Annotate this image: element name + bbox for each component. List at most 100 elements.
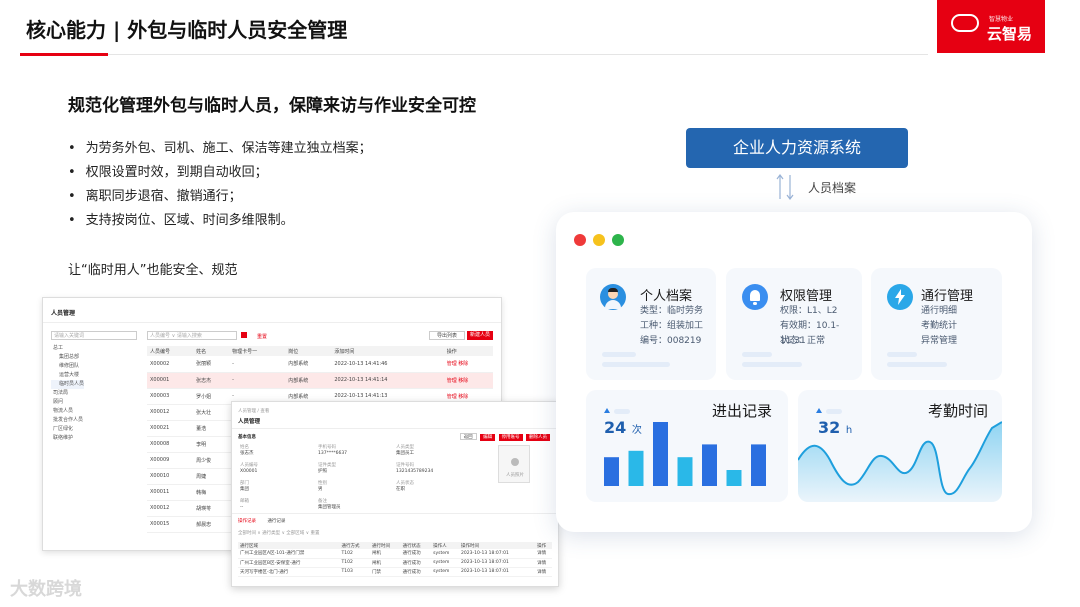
tree-item[interactable]: 批发合作人员	[51, 416, 84, 425]
placeholder-bar	[826, 409, 842, 414]
table-cell: 2022-10-13 14:41:46	[331, 356, 444, 373]
column-header: 添加时间	[331, 346, 444, 356]
tree-item[interactable]: 维修团队	[51, 362, 84, 371]
table-cell: 2023-10-13 18:07:01	[459, 549, 536, 559]
table-cell: X00011	[147, 484, 194, 501]
tab-operation-log[interactable]: 操作记录	[238, 519, 256, 524]
org-tree[interactable]: 总工 集团总部 维修团队 运营大楼 临时员人员 司法局 顾问 物流人员 批发合作人员 厂区绿化 联络…	[51, 344, 85, 443]
table-cell: 2023-10-13 18:07:01	[459, 567, 536, 577]
feature-item: 权限设置时效，到期自动收回；	[68, 161, 372, 185]
permission-card[interactable]: 权限管理 权限：L1、L2 有效期：10.1-11.31 状态：正常	[726, 268, 862, 380]
detail-field: 姓名 张志杰	[240, 445, 254, 456]
section-heading: 基本信息	[238, 435, 256, 440]
table-cell: 郝晨忠	[193, 516, 230, 533]
placeholder-bar	[742, 352, 772, 357]
detail-field: 人员编号 X00001	[240, 463, 258, 474]
table-cell: 2023-10-13 18:07:01	[459, 558, 536, 568]
tree-item[interactable]: 物流人员	[51, 407, 84, 416]
column-header: 通行区域	[238, 542, 340, 549]
table-cell: 通行成功	[400, 567, 432, 577]
table-cell: T102	[339, 558, 371, 568]
table-cell: 周婕	[193, 468, 230, 485]
column-header: 岗位	[285, 346, 332, 356]
search-icon[interactable]	[241, 332, 247, 338]
detail-field: 备注 集团管理员	[318, 499, 341, 510]
detail-tabs: 操作记录 通行记录	[238, 518, 295, 524]
tree-item[interactable]: 司法局	[51, 389, 84, 398]
table-cell[interactable]: 详情	[535, 567, 552, 577]
table-cell: T102	[339, 549, 371, 559]
records-card[interactable]: 进出记录 24 次	[586, 390, 788, 502]
table-row[interactable]: X00002 张丽颖 - 内部系统 2022-10-13 14:41:46 管理 移除	[147, 356, 493, 373]
column-header: 姓名	[193, 346, 230, 356]
delete-button[interactable]: 删除人员	[526, 434, 550, 441]
trend-icon	[816, 408, 822, 413]
screen-title: 人员管理	[238, 419, 261, 425]
table-cell: 罗小姐	[193, 388, 230, 405]
add-person-button[interactable]: 新建人员	[467, 331, 493, 340]
reset-button[interactable]: 重置	[257, 333, 267, 340]
maximize-dot	[612, 234, 624, 246]
detail-field: 部门 集团	[240, 481, 249, 492]
logo-brand: 云智易	[987, 25, 1033, 43]
card-line: 异常管理	[921, 336, 958, 346]
filter-input[interactable]: 人员编号 ∨ 请输入搜索	[147, 331, 237, 340]
table-cell: X00003	[147, 388, 194, 405]
table-cell: X00009	[147, 452, 194, 469]
records-bar	[653, 422, 668, 486]
table-cell: 门禁	[370, 567, 401, 577]
table-cell: 内部系统	[285, 356, 332, 373]
edit-button[interactable]: 编辑	[480, 434, 496, 441]
table-cell: 广州工业园区B区-安保室-通行	[238, 558, 340, 568]
tree-item[interactable]: 总工	[51, 344, 84, 353]
table-row[interactable]: 天河写字楼区-北门-通行 T103 门禁 通行成功 system 2023-10-13 1…	[238, 567, 552, 577]
access-card[interactable]: 通行管理 通行明细 考勤统计 异常管理	[871, 268, 1002, 380]
title-accent-bar	[20, 53, 108, 56]
tree-item[interactable]: 联络维护	[51, 434, 84, 443]
profile-card[interactable]: 个人档案 类型：临时劳务 工种：组装加工 编号：008219	[586, 268, 716, 380]
table-cell[interactable]: 详情	[535, 549, 552, 559]
records-bar	[751, 444, 766, 486]
section-subtitle: 规范化管理外包与临时人员，保障来访与作业安全可控	[68, 96, 476, 116]
attendance-card[interactable]: 考勤时间 32 h	[798, 390, 1002, 502]
table-cell[interactable]: 管理 移除	[443, 372, 493, 389]
table-cell: X00010	[147, 468, 194, 485]
breadcrumb[interactable]: 人员管理 / 查看	[238, 408, 269, 414]
card-line: 工种：组装加工	[640, 321, 704, 331]
back-button[interactable]: 返回	[459, 433, 477, 440]
table-row[interactable]: 广州工业园区B区-安保室-通行 T102 闸机 通行成功 system 2023-10-1…	[238, 558, 552, 568]
screen-title: 人员管理	[51, 310, 76, 317]
export-button[interactable]: 导出列表	[429, 331, 465, 340]
table-cell: -	[229, 356, 286, 373]
table-cell: X00021	[147, 420, 194, 437]
records-bar-chart	[604, 422, 766, 486]
search-input[interactable]: 请输入关键词	[51, 331, 137, 340]
column-header: 通行时间	[370, 542, 401, 549]
feature-item: 为劳务外包、司机、施工、保洁等建立独立档案；	[68, 137, 372, 161]
table-cell: X00015	[147, 516, 194, 533]
table-cell: 2022-10-13 14:41:14	[331, 372, 444, 389]
disable-button[interactable]: 停用账号	[498, 434, 523, 441]
column-header: 操作	[535, 542, 552, 549]
feature-item: 支持按岗位、区域、时间多维限制。	[68, 209, 372, 233]
log-filters[interactable]: 全部时间 ∨ 通行类型 ∨ 全部区域 ∨ 重置	[238, 530, 319, 536]
table-cell: X00002	[147, 356, 194, 373]
cloud-icon	[951, 14, 979, 32]
tree-item[interactable]: 临时员人员	[51, 380, 85, 389]
lightning-icon	[887, 284, 913, 310]
tree-item[interactable]: 顾问	[51, 398, 84, 407]
person-icon	[600, 284, 626, 310]
table-cell[interactable]: 管理 移除	[443, 356, 493, 373]
tree-item[interactable]: 运营大楼	[51, 371, 84, 380]
tree-item[interactable]: 集团总部	[51, 353, 84, 362]
table-cell: X00012	[147, 404, 194, 421]
tab-access-log[interactable]: 通行记录	[267, 519, 285, 524]
column-header: 操作时间	[459, 542, 536, 549]
table-cell: 张大壮	[193, 404, 230, 421]
table-cell: system	[431, 549, 460, 559]
table-row[interactable]: X00001 张志杰 - 内部系统 2022-10-13 14:41:14 管理 移除	[147, 372, 493, 389]
tree-item[interactable]: 厂区绿化	[51, 425, 84, 434]
table-row[interactable]: 广州工业园区A区-101-通行门禁 T102 闸机 通行成功 system 2023-10…	[238, 549, 552, 559]
table-cell[interactable]: 详情	[535, 558, 552, 568]
placeholder-bar	[742, 362, 802, 367]
